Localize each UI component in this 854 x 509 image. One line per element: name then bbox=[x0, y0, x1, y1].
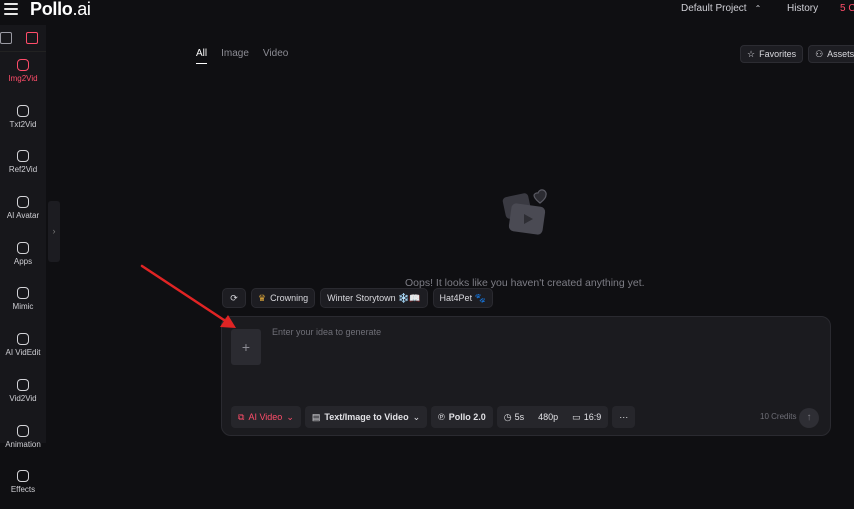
filter-tabs: All Image Video bbox=[196, 48, 288, 64]
favorites-button[interactable]: ☆ Favorites bbox=[740, 45, 804, 63]
ai-video-dropdown[interactable]: ⧉ AI Video ⌄ bbox=[231, 406, 301, 428]
aspect-ratio-setting[interactable]: ▭ 16:9 bbox=[565, 412, 608, 423]
crown-icon: ♛ bbox=[258, 292, 267, 303]
video-edit-icon bbox=[17, 333, 29, 346]
animation-icon bbox=[17, 424, 29, 437]
video-settings[interactable]: ◷ 5s 480p ▭ 16:9 bbox=[496, 406, 609, 428]
video-mode-icon[interactable] bbox=[26, 32, 38, 44]
upload-image-button[interactable]: + bbox=[231, 329, 261, 365]
apps-icon bbox=[17, 241, 29, 254]
sidebar-item-txt2vid[interactable]: Txt2Vid bbox=[0, 104, 46, 144]
refresh-suggestions-button[interactable]: ⟳ bbox=[222, 288, 246, 308]
effects-icon bbox=[17, 470, 29, 483]
tab-video[interactable]: Video bbox=[263, 48, 288, 64]
tab-image[interactable]: Image bbox=[221, 48, 249, 64]
sidebar: Img2Vid Txt2Vid Ref2Vid AI Avatar Apps M… bbox=[0, 25, 46, 494]
top-bar: Pollo.ai Default Project ⌃ History 5 C bbox=[0, 0, 854, 25]
suggestion-chip[interactable]: Hat4Pet 🐾 bbox=[432, 288, 493, 308]
history-button[interactable]: History bbox=[787, 3, 818, 14]
aspect-ratio-icon: ▭ bbox=[572, 411, 581, 422]
mode-dropdown[interactable]: ▤ Text/Image to Video ⌄ bbox=[304, 406, 428, 428]
chevron-right-icon: › bbox=[52, 226, 56, 236]
refresh-icon: ⟳ bbox=[230, 292, 238, 303]
pollo-model-icon: ℗ bbox=[438, 412, 445, 422]
img2vid-icon bbox=[17, 59, 29, 71]
empty-state-illustration-icon bbox=[502, 189, 547, 235]
sidebar-item-vid2vid[interactable]: Vid2Vid bbox=[0, 378, 46, 418]
mimic-icon bbox=[17, 287, 29, 300]
sidebar-item-img2vid[interactable]: Img2Vid bbox=[0, 59, 46, 98]
arrow-up-icon: ↑ bbox=[806, 412, 812, 423]
generation-toolbar: ⧉ AI Video ⌄ ▤ Text/Image to Video ⌄ ℗ Pollo … bbox=[231, 406, 636, 428]
sidebar-item-ai-videdit[interactable]: AI VidEdit bbox=[0, 333, 46, 372]
vid2vid-icon bbox=[17, 378, 29, 391]
sidebar-item-animation[interactable]: Animation bbox=[0, 424, 46, 464]
plus-icon: + bbox=[241, 339, 251, 355]
duration-setting[interactable]: ◷ 5s bbox=[497, 412, 531, 423]
credits-badge[interactable]: 5 C bbox=[840, 3, 854, 14]
project-selector[interactable]: Default Project ⌃ bbox=[681, 3, 761, 14]
resolution-setting[interactable]: 480p bbox=[531, 412, 565, 422]
txt2vid-icon bbox=[17, 104, 29, 117]
text-image-icon: ▤ bbox=[311, 411, 321, 422]
generate-button[interactable]: ↑ bbox=[799, 408, 819, 428]
sidebar-item-apps[interactable]: Apps bbox=[0, 241, 46, 281]
sidebar-expand-handle[interactable]: › bbox=[48, 201, 60, 262]
clock-icon: ◷ bbox=[503, 411, 512, 422]
star-icon: ☆ bbox=[747, 48, 756, 59]
mode-switch bbox=[0, 25, 46, 52]
prompt-composer: + ⧉AI Video⌄ ▤Text/Image to Video⌄ ℗Poll… bbox=[221, 316, 831, 436]
logo[interactable]: Pollo.ai bbox=[30, 0, 91, 20]
chevron-up-icon: ⌃ bbox=[754, 4, 762, 13]
suggestion-chip[interactable]: Winter Storytown ❄️📖 bbox=[320, 288, 428, 308]
assets-icon: ⚇ bbox=[815, 48, 824, 59]
avatar-icon bbox=[17, 196, 29, 209]
image-mode-icon[interactable] bbox=[0, 32, 12, 44]
suggestion-chip[interactable]: ♛ Crowning bbox=[251, 288, 316, 308]
sidebar-item-ai-avatar[interactable]: AI Avatar bbox=[0, 196, 46, 235]
menu-icon[interactable] bbox=[4, 3, 18, 15]
library-actions: ☆ Favorites ⚇ Assets bbox=[740, 45, 854, 63]
assets-button[interactable]: ⚇ Assets bbox=[808, 45, 854, 63]
chevron-down-icon: ⌄ bbox=[412, 411, 421, 422]
prompt-input[interactable] bbox=[272, 327, 792, 337]
sidebar-item-ref2vid[interactable]: Ref2Vid bbox=[0, 150, 46, 189]
ref2vid-icon bbox=[17, 150, 29, 163]
suggestion-row: ⟳ ♛ Crowning Winter Storytown ❄️📖 Hat4Pet… bbox=[222, 288, 493, 308]
credits-cost: 10 Credits bbox=[760, 412, 797, 421]
tab-all[interactable]: All bbox=[196, 48, 208, 64]
sidebar-item-mimic[interactable]: Mimic bbox=[0, 287, 46, 326]
model-selector[interactable]: ℗ Pollo 2.0 bbox=[431, 406, 493, 428]
sidebar-item-effects[interactable]: Effects bbox=[0, 470, 46, 509]
more-options-button[interactable]: ··· bbox=[612, 406, 636, 428]
video-icon: ⧉ bbox=[238, 411, 245, 422]
chevron-down-icon: ⌄ bbox=[286, 411, 294, 422]
